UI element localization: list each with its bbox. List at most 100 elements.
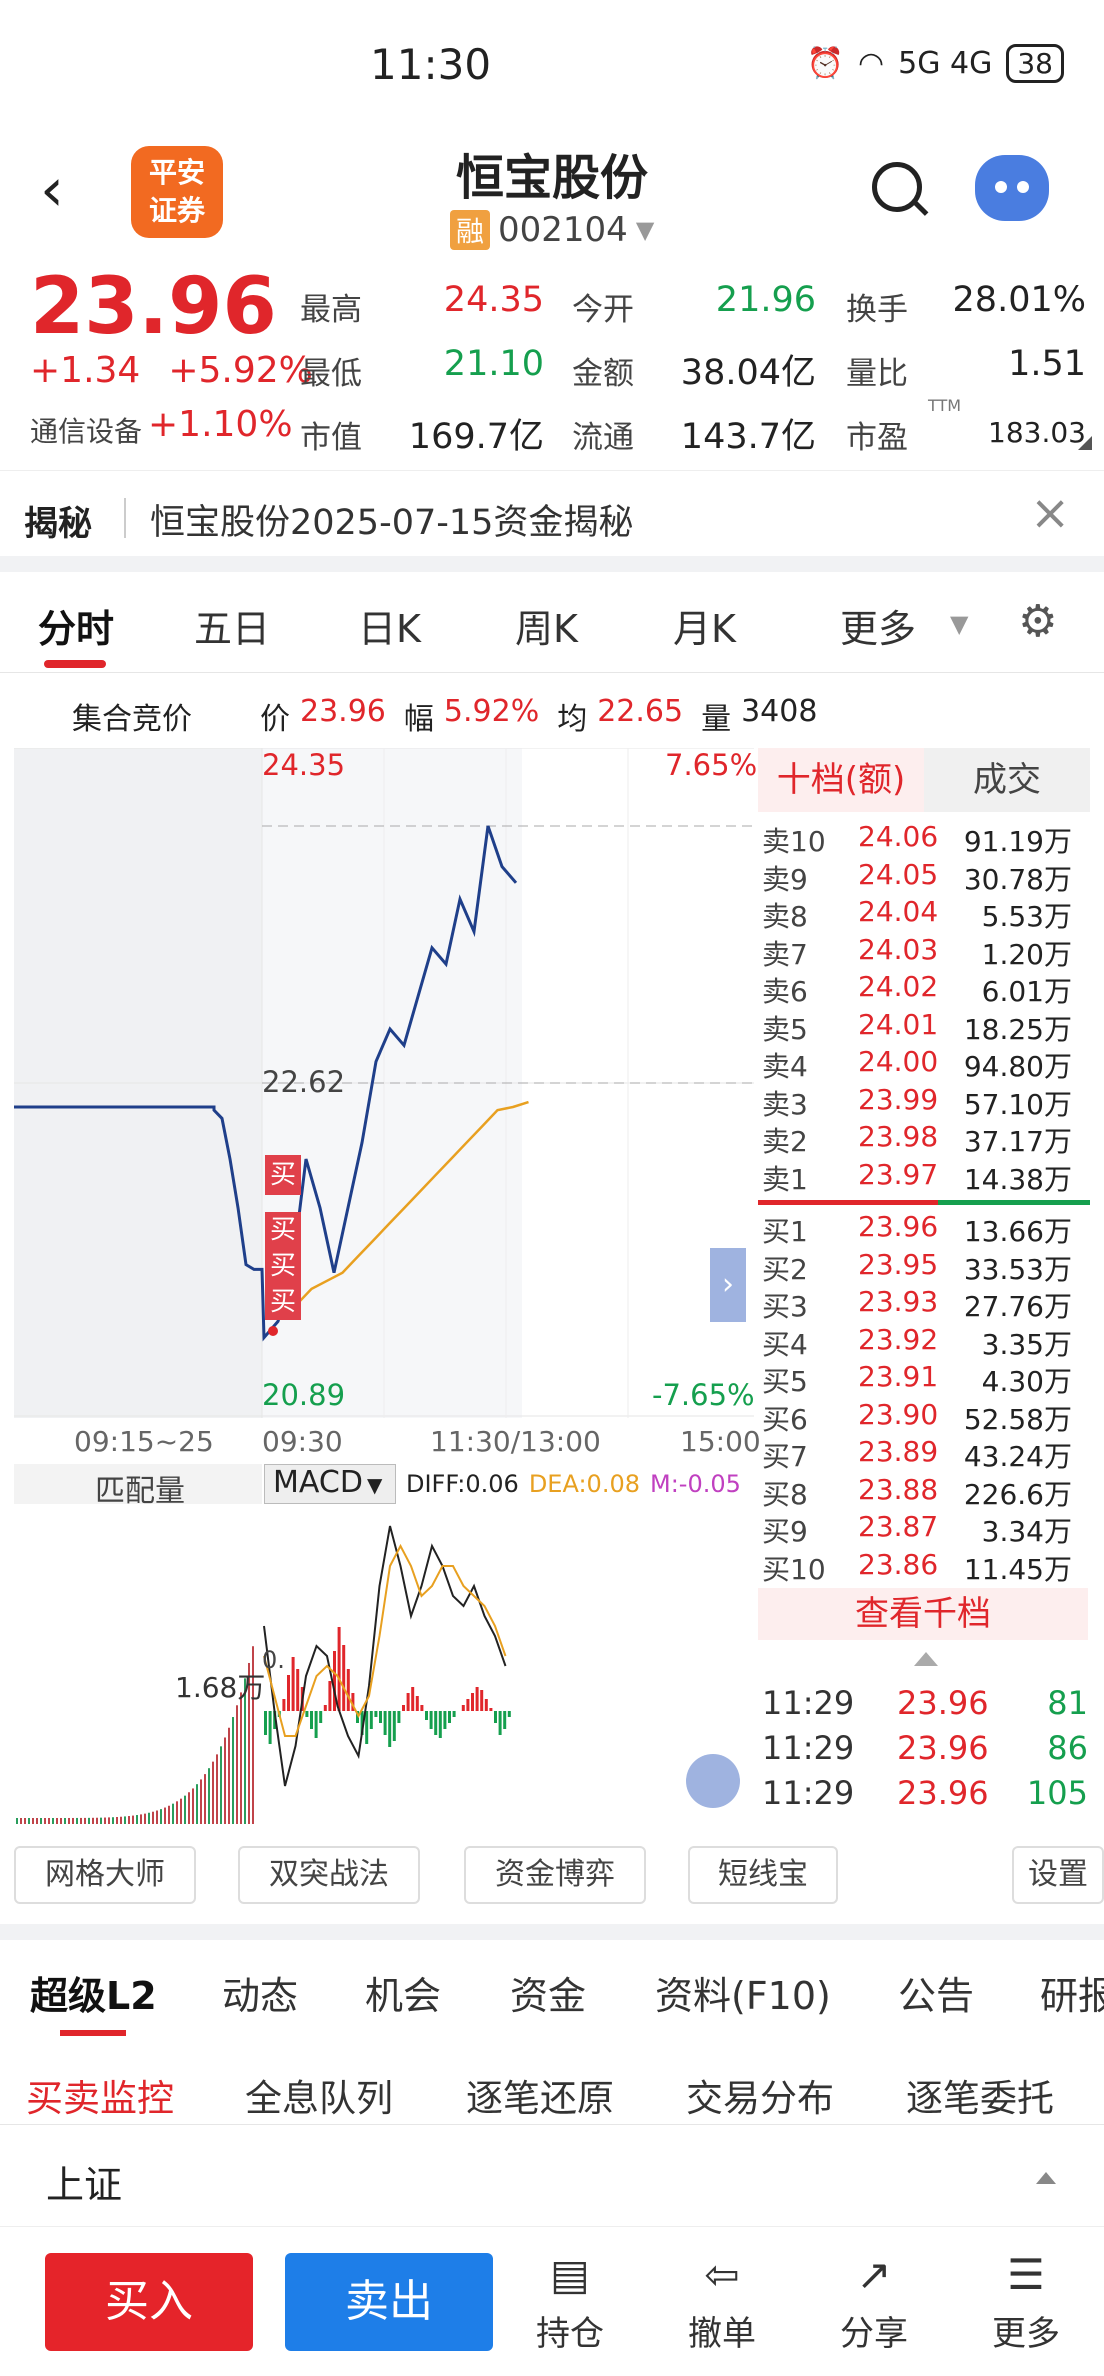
- tab-news[interactable]: 动态: [222, 1965, 298, 2020]
- level-price: 23.86: [858, 1547, 939, 1581]
- search-icon[interactable]: [872, 162, 922, 212]
- divider: [124, 498, 126, 538]
- subtab-distribution[interactable]: 交易分布: [686, 2068, 834, 2122]
- expand-up-icon[interactable]: [1036, 2172, 1056, 2184]
- view-depth-button[interactable]: 查看千档: [758, 1588, 1088, 1640]
- assistant-robot-icon[interactable]: [975, 155, 1049, 221]
- level-label: 买1: [762, 1215, 808, 1248]
- level-volume: 5.53万: [981, 900, 1072, 933]
- share-icon: ↗: [856, 2250, 892, 2299]
- nav-positions[interactable]: ▤ 持仓: [520, 2250, 620, 2355]
- nav-label: 更多: [992, 2314, 1060, 2354]
- chart-high-pct: 7.65%: [665, 748, 758, 782]
- tool-double-break[interactable]: 双突战法: [238, 1846, 420, 1904]
- macd-bar: [429, 1711, 433, 1729]
- level-price: 23.87: [858, 1510, 939, 1543]
- orderbook-row: 卖3 23.99 57.10万: [762, 1083, 1092, 1121]
- gear-icon[interactable]: ⚙: [1018, 596, 1057, 647]
- tab-trades[interactable]: 成交: [924, 748, 1090, 812]
- tool-fund-game[interactable]: 资金博弈: [464, 1846, 646, 1904]
- trade-time: 11:29: [762, 1774, 855, 1812]
- tab-daily-k[interactable]: 日K: [358, 598, 421, 653]
- macd-bar: [471, 1693, 474, 1711]
- tab-funds[interactable]: 资金: [510, 1965, 586, 2020]
- quote-value: 38.04亿: [680, 353, 816, 393]
- macd-bar: [397, 1711, 401, 1723]
- macd-bar: [480, 1690, 484, 1711]
- level-price: 23.93: [858, 1285, 939, 1318]
- quote-value: 169.7亿: [408, 417, 544, 457]
- auction-amp: 5.92%: [443, 694, 540, 729]
- level-volume: 52.58万: [963, 1402, 1072, 1436]
- section-divider: [0, 556, 1104, 572]
- tab-super-l2[interactable]: 超级L2: [30, 1965, 157, 2020]
- wifi-icon: ◠: [857, 46, 885, 81]
- tab-more[interactable]: 更多: [840, 598, 916, 653]
- level-label: 卖1: [762, 1162, 808, 1196]
- orderbook-row: 买2 23.95 33.53万: [762, 1248, 1092, 1286]
- trade-volume: 81: [1047, 1684, 1088, 1722]
- tab-five-day[interactable]: 五日: [194, 598, 270, 653]
- tab-orderbook[interactable]: 十档(额): [758, 748, 924, 812]
- level-volume: 226.6万: [963, 1477, 1072, 1511]
- tool-short-line[interactable]: 短线宝: [688, 1846, 838, 1904]
- volume-bar: [112, 1817, 114, 1824]
- tab-weekly-k[interactable]: 周K: [515, 598, 578, 653]
- sell-button[interactable]: 卖出: [285, 2253, 493, 2351]
- level-price: 23.92: [858, 1322, 939, 1356]
- buy-marker: 买: [269, 1251, 296, 1281]
- indicator-selector[interactable]: MACD ▼: [264, 1464, 396, 1504]
- tool-grid-master[interactable]: 网格大师: [14, 1846, 196, 1904]
- subtab-tick-restore[interactable]: 逐笔还原: [466, 2068, 614, 2122]
- market-index-label[interactable]: 上证: [46, 2154, 122, 2209]
- level-price: 24.05: [858, 857, 939, 891]
- time-label: 09:15~25: [74, 1425, 214, 1458]
- volume-bar: [184, 1795, 186, 1824]
- tab-f10[interactable]: 资料(F10): [655, 1965, 831, 2020]
- subtab-order-detail[interactable]: 逐笔委托: [906, 2068, 1054, 2122]
- buy-button[interactable]: 买入: [45, 2253, 253, 2351]
- sector-name[interactable]: 通信设备: [30, 410, 142, 450]
- chevron-down-icon[interactable]: ▼: [950, 610, 968, 638]
- indicator-chart[interactable]: [14, 1506, 754, 1824]
- marker-dot: [268, 1326, 278, 1336]
- subtab-trade-monitor[interactable]: 买卖监控: [26, 2068, 174, 2122]
- expand-orderbook-icon[interactable]: ›: [710, 1248, 746, 1322]
- nav-cancel-order[interactable]: ⇦ 撤单: [672, 2250, 772, 2355]
- tab-opportunity[interactable]: 机会: [365, 1965, 441, 2020]
- volume-bar: [152, 1811, 154, 1824]
- level-volume: 1.20万: [981, 937, 1072, 971]
- quote-value: 24.35: [443, 280, 544, 320]
- orderbook-row: 买9 23.87 3.34万: [762, 1510, 1092, 1548]
- intraday-chart[interactable]: [14, 748, 754, 1418]
- nav-share[interactable]: ↗ 分享: [824, 2250, 924, 2355]
- close-icon[interactable]: ×: [1030, 485, 1070, 541]
- banner-text[interactable]: 恒宝股份2025-07-15资金揭秘: [150, 494, 633, 545]
- tab-monthly-k[interactable]: 月K: [673, 598, 736, 653]
- macd-bar: [264, 1711, 267, 1735]
- nav-more[interactable]: ☰ 更多: [976, 2250, 1076, 2355]
- buy-marker-stack[interactable]: 买 买 买: [265, 1212, 301, 1320]
- level-label: 卖4: [762, 1050, 808, 1083]
- volume-bar: [24, 1818, 26, 1824]
- volume-bar: [156, 1810, 158, 1824]
- subtab-queue[interactable]: 全息队列: [245, 2068, 393, 2122]
- fullscreen-icon[interactable]: [686, 1754, 740, 1808]
- buy-marker[interactable]: 买: [265, 1155, 301, 1195]
- tool-settings[interactable]: 设置: [1012, 1846, 1104, 1904]
- collapse-icon[interactable]: [914, 1652, 938, 1666]
- auction-vol: 3408: [741, 694, 818, 729]
- trade-row: 11:29 23.96 86: [762, 1729, 1088, 1773]
- tab-intraday[interactable]: 分时: [38, 598, 114, 653]
- corner-expand-icon[interactable]: [1078, 436, 1092, 450]
- macd-bar: [402, 1705, 405, 1711]
- orderbook-row: 卖7 24.03 1.20万: [762, 933, 1092, 971]
- volume-bar: [216, 1754, 218, 1824]
- tab-research[interactable]: 研报: [1040, 1965, 1104, 2020]
- level-price: 23.98: [858, 1120, 939, 1153]
- tab-announcements[interactable]: 公告: [898, 1965, 974, 2020]
- orderbook-row: 卖10 24.06 91.19万: [762, 820, 1092, 858]
- level-price: 23.88: [858, 1472, 939, 1506]
- volume-bar: [16, 1818, 18, 1824]
- stock-code-selector[interactable]: 融 002104 ▼: [450, 210, 654, 250]
